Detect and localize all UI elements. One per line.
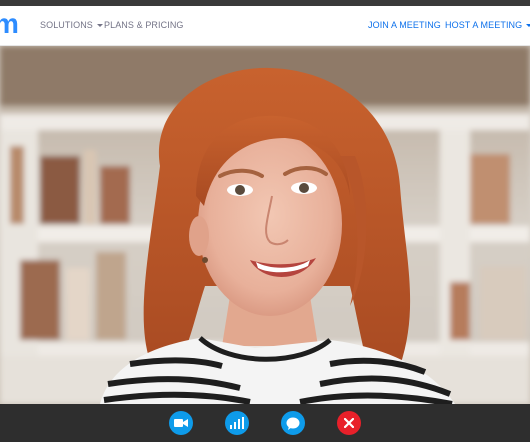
nav-host-meeting-menu[interactable]: HOST A MEETING	[445, 20, 530, 30]
nav-solutions-menu[interactable]: SOLUTIONS	[40, 20, 103, 30]
video-toggle-button[interactable]	[169, 411, 193, 435]
video-feed	[0, 46, 530, 404]
video-camera-icon	[174, 419, 188, 427]
meeting-controls-toolbar	[0, 404, 530, 442]
leave-meeting-button[interactable]	[337, 411, 361, 435]
chevron-down-icon	[96, 24, 103, 27]
chevron-down-icon	[526, 24, 530, 27]
top-navigation-bar: m SOLUTIONS PLANS & PRICING JOIN A MEETI…	[0, 6, 530, 46]
stats-button[interactable]	[225, 411, 249, 435]
signal-bars-icon	[230, 417, 244, 429]
close-icon	[344, 418, 354, 428]
join-meeting-link[interactable]: JOIN A MEETING	[368, 20, 441, 30]
participant-video-image	[0, 46, 530, 404]
nav-host-meeting-label: HOST A MEETING	[445, 20, 523, 30]
chat-button[interactable]	[281, 411, 305, 435]
nav-solutions-label: SOLUTIONS	[40, 20, 93, 30]
nav-plans-pricing-link[interactable]: PLANS & PRICING	[104, 20, 184, 30]
brand-logo[interactable]: m	[0, 9, 19, 39]
chat-bubble-icon	[286, 417, 300, 430]
